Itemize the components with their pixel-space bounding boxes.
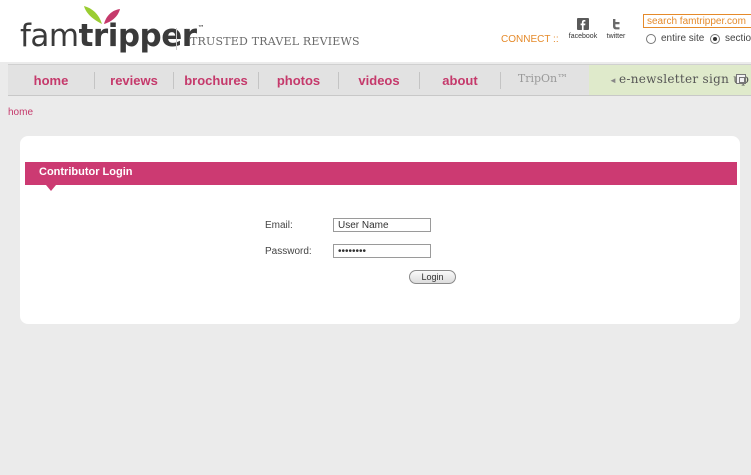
- facebook-link[interactable]: facebook: [566, 18, 600, 40]
- scope-section[interactable]: sectio: [710, 33, 751, 44]
- entire-site-radio[interactable]: [646, 33, 656, 44]
- entire-site-label: entire site: [661, 33, 705, 44]
- login-header-bar: Contributor Login: [25, 162, 737, 185]
- arrow-left-icon: ◄: [609, 76, 617, 85]
- twitter-label: twitter: [606, 33, 626, 40]
- login-button[interactable]: Login: [409, 270, 456, 284]
- section-radio[interactable]: [710, 33, 720, 44]
- nav-reviews[interactable]: reviews: [95, 65, 173, 95]
- logo-text-regular: fam: [20, 18, 79, 54]
- nav-about[interactable]: about: [420, 65, 500, 95]
- facebook-label: facebook: [568, 33, 598, 40]
- password-label: Password:: [265, 246, 312, 257]
- breadcrumb[interactable]: home: [8, 107, 33, 118]
- site-search-input[interactable]: [643, 14, 751, 28]
- tagline-divider: [176, 28, 177, 50]
- email-label: Email:: [265, 220, 293, 231]
- connect-label: CONNECT ::: [501, 34, 559, 45]
- logo-trademark: ™: [197, 24, 205, 32]
- nav-brochures[interactable]: brochures: [174, 65, 258, 95]
- newsletter-signup[interactable]: ◄ e-newsletter sign up: [589, 65, 751, 95]
- header-bar-pointer: [46, 185, 56, 191]
- site-header: famtripper™ TRUSTED TRAVEL REVIEWS CONNE…: [0, 0, 751, 62]
- tagline: TRUSTED TRAVEL REVIEWS: [190, 35, 360, 48]
- nav-photos[interactable]: photos: [259, 65, 338, 95]
- newsletter-label: e-newsletter sign up: [619, 72, 750, 86]
- scope-entire-site[interactable]: entire site: [646, 33, 704, 44]
- section-label: sectio: [725, 33, 751, 44]
- nav-videos[interactable]: videos: [339, 65, 419, 95]
- twitter-link[interactable]: twitter: [602, 18, 630, 40]
- expand-box-icon: [736, 74, 746, 84]
- login-title: Contributor Login: [39, 166, 133, 178]
- email-field[interactable]: [333, 218, 431, 232]
- nav-home[interactable]: home: [8, 65, 94, 95]
- facebook-icon: [577, 18, 589, 30]
- logo-text-bold: tripper: [78, 18, 197, 54]
- twitter-icon: [613, 19, 620, 30]
- password-field[interactable]: [333, 244, 431, 258]
- main-nav: home reviews brochures photos videos abo…: [8, 64, 751, 96]
- nav-tripon[interactable]: TripOn™: [503, 65, 583, 95]
- nav-separator: [500, 72, 501, 89]
